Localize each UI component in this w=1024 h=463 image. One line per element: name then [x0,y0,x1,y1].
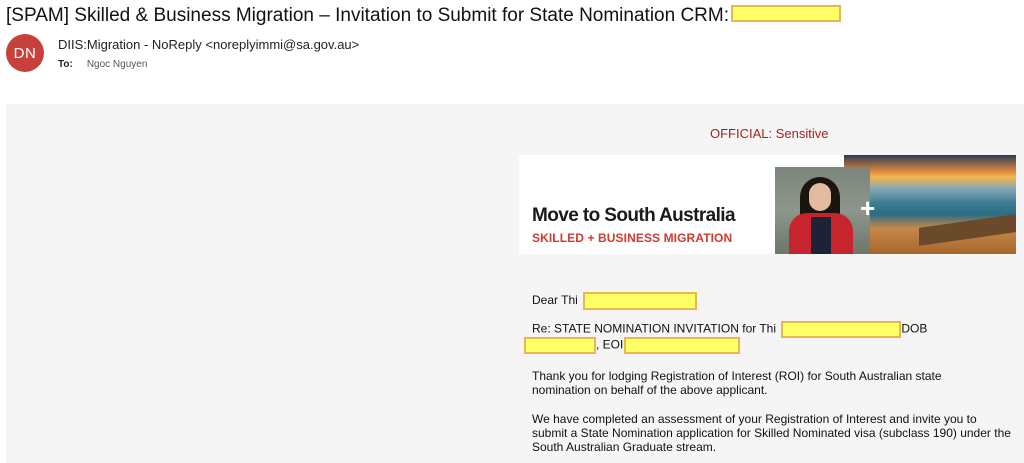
reference-dob: DOB [901,321,928,336]
banner-subtitle: SKILLED + BUSINESS MIGRATION [532,231,733,245]
recipient-row: To: Ngoc Nguyen [58,59,147,70]
reference-line-1: Re: STATE NOMINATION INVITATION for Thi … [532,321,992,338]
redaction-eoi [624,337,741,354]
person-face-shape [809,183,831,211]
person-top-shape [811,217,831,254]
avatar[interactable]: DN [6,34,44,72]
greeting-text: Dear Thi [532,293,578,308]
classification-label: OFFICIAL: Sensitive [710,126,829,141]
body-paragraph-2: We have completed an assessment of your … [532,412,1011,454]
reference-prefix: Re: STATE NOMINATION INVITATION for Thi [532,321,777,336]
reference-line-2: , EOI [524,337,992,354]
reference-eoi: , EOI [596,337,624,352]
redaction-dob [524,337,596,354]
plus-icon: + [860,193,876,223]
redaction-fullname [781,321,902,338]
greeting: Dear Thi [532,292,698,310]
redaction-crm [731,5,842,23]
redaction-name [583,292,698,310]
email-subject: [SPAM] Skilled & Business Migration – In… [6,4,842,28]
recipient-name[interactable]: Ngoc Nguyen [87,59,148,70]
to-label: To: [58,59,73,70]
body-paragraph-1: Thank you for lodging Registration of In… [532,369,942,397]
sender-address[interactable]: DIIS:Migration - NoReply <noreplyimmi@sa… [58,37,359,52]
subject-text: [SPAM] Skilled & Business Migration – In… [6,5,730,26]
reference-line: Re: STATE NOMINATION INVITATION for Thi … [524,321,992,354]
migration-banner: + Move to South Australia SKILLED + BUSI… [519,155,1016,254]
banner-title: Move to South Australia [532,205,736,226]
